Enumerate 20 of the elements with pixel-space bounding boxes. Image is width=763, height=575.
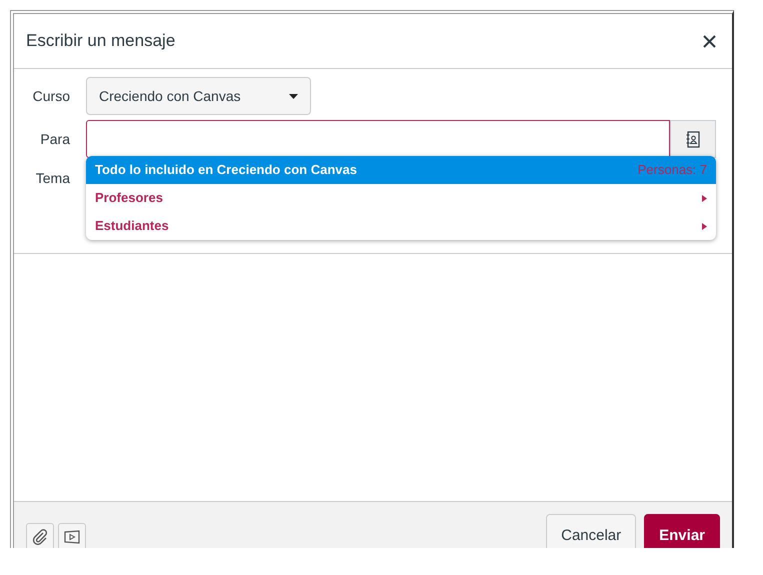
menu-item[interactable]: Estudiantes <box>86 212 716 240</box>
attach-button[interactable] <box>26 523 54 548</box>
submenu-arrow-icon <box>702 194 707 202</box>
play-icon <box>64 530 80 544</box>
cancel-button[interactable]: Cancelar <box>546 514 636 548</box>
field-label: Para <box>39 130 70 148</box>
submenu-arrow-icon <box>702 222 707 230</box>
address-book-icon <box>686 130 700 148</box>
dialog-title: Escribir un mensaje <box>26 30 176 52</box>
paperclip-icon <box>32 529 48 545</box>
field-label: Tema <box>34 169 70 188</box>
menu-item[interactable]: Profesores <box>86 184 716 212</box>
course-select[interactable]: Creciendo con Canvas <box>86 77 311 115</box>
menu-item[interactable]: Todo lo incluido en Creciendo con Canvas Personas: 7 <box>86 156 716 184</box>
address-book-button[interactable] <box>670 120 716 158</box>
send-button[interactable]: Enviar <box>644 514 720 548</box>
caret-icon <box>289 94 298 98</box>
field-label: Curso <box>32 86 70 106</box>
media-button[interactable] <box>58 523 86 548</box>
recipient-field[interactable] <box>86 120 670 158</box>
